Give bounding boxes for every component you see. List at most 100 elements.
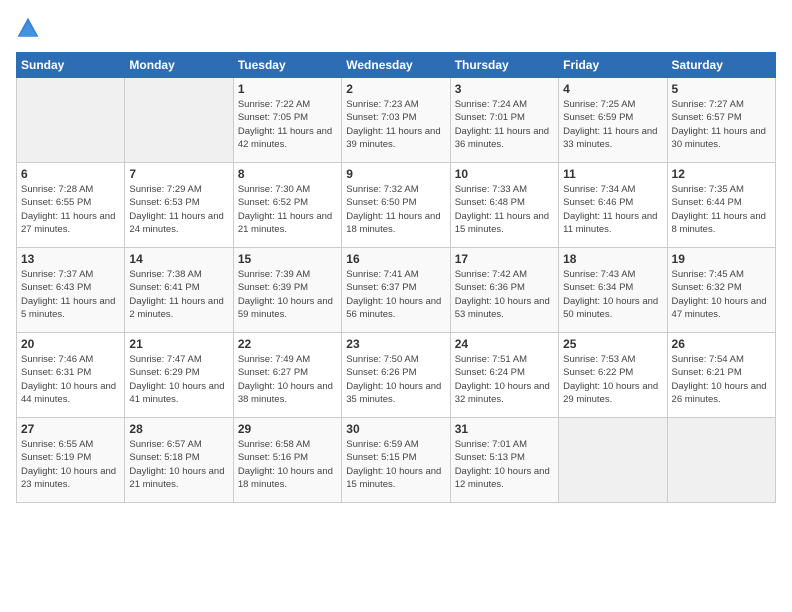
day-number: 6 xyxy=(21,167,120,181)
cell-content: Sunrise: 7:22 AMSunset: 7:05 PMDaylight:… xyxy=(238,98,337,151)
day-number: 30 xyxy=(346,422,445,436)
day-number: 23 xyxy=(346,337,445,351)
calendar-cell xyxy=(559,418,667,503)
cell-content: Sunrise: 7:32 AMSunset: 6:50 PMDaylight:… xyxy=(346,183,445,236)
calendar-cell xyxy=(667,418,775,503)
cell-content: Sunrise: 7:41 AMSunset: 6:37 PMDaylight:… xyxy=(346,268,445,321)
week-row-2: 6 Sunrise: 7:28 AMSunset: 6:55 PMDaylight… xyxy=(17,163,776,248)
day-header-saturday: Saturday xyxy=(667,53,775,78)
cell-content: Sunrise: 7:42 AMSunset: 6:36 PMDaylight:… xyxy=(455,268,554,321)
calendar-cell: 4Sunrise: 7:25 AMSunset: 6:59 PMDaylight… xyxy=(559,78,667,163)
cell-content: Sunrise: 7:34 AMSunset: 6:46 PMDaylight:… xyxy=(563,183,662,236)
cell-content: Sunrise: 7:43 AMSunset: 6:34 PMDaylight:… xyxy=(563,268,662,321)
calendar-cell: 1 Sunrise: 7:22 AMSunset: 7:05 PMDaylight… xyxy=(233,78,341,163)
day-header-friday: Friday xyxy=(559,53,667,78)
day-number: 9 xyxy=(346,167,445,181)
cell-content: Sunrise: 6:55 AMSunset: 5:19 PMDaylight:… xyxy=(21,438,120,491)
calendar-cell: 27 Sunrise: 6:55 AMSunset: 5:19 PMDayligh… xyxy=(17,418,125,503)
calendar-cell: 20 Sunrise: 7:46 AMSunset: 6:31 PMDayligh… xyxy=(17,333,125,418)
day-number: 12 xyxy=(672,167,771,181)
calendar-cell: 26 Sunrise: 7:54 AMSunset: 6:21 PMDayligh… xyxy=(667,333,775,418)
cell-content: Sunrise: 7:01 AMSunset: 5:13 PMDaylight:… xyxy=(455,438,554,491)
cell-content: Sunrise: 7:46 AMSunset: 6:31 PMDaylight:… xyxy=(21,353,120,406)
day-number: 22 xyxy=(238,337,337,351)
calendar-cell: 8 Sunrise: 7:30 AMSunset: 6:52 PMDaylight… xyxy=(233,163,341,248)
day-number: 17 xyxy=(455,252,554,266)
day-number: 29 xyxy=(238,422,337,436)
calendar-cell: 25 Sunrise: 7:53 AMSunset: 6:22 PMDayligh… xyxy=(559,333,667,418)
day-number: 18 xyxy=(563,252,662,266)
cell-content: Sunrise: 7:47 AMSunset: 6:29 PMDaylight:… xyxy=(129,353,228,406)
day-number: 1 xyxy=(238,82,337,96)
cell-content: Sunrise: 7:24 AMSunset: 7:01 PMDaylight:… xyxy=(455,98,554,151)
calendar-cell xyxy=(17,78,125,163)
cell-content: Sunrise: 7:28 AMSunset: 6:55 PMDaylight:… xyxy=(21,183,120,236)
day-number: 8 xyxy=(238,167,337,181)
calendar-cell: 10 Sunrise: 7:33 AMSunset: 6:48 PMDayligh… xyxy=(450,163,558,248)
calendar-cell xyxy=(125,78,233,163)
calendar-cell: 28Sunrise: 6:57 AMSunset: 5:18 PMDayligh… xyxy=(125,418,233,503)
day-number: 14 xyxy=(129,252,228,266)
calendar-cell: 31 Sunrise: 7:01 AMSunset: 5:13 PMDayligh… xyxy=(450,418,558,503)
cell-content: Sunrise: 6:59 AMSunset: 5:15 PMDaylight:… xyxy=(346,438,445,491)
calendar-cell: 16Sunrise: 7:41 AMSunset: 6:37 PMDayligh… xyxy=(342,248,450,333)
calendar-cell: 22 Sunrise: 7:49 AMSunset: 6:27 PMDayligh… xyxy=(233,333,341,418)
calendar-cell: 15 Sunrise: 7:39 AMSunset: 6:39 PMDayligh… xyxy=(233,248,341,333)
page-header xyxy=(16,16,776,40)
day-header-monday: Monday xyxy=(125,53,233,78)
day-number: 27 xyxy=(21,422,120,436)
cell-content: Sunrise: 7:25 AMSunset: 6:59 PMDaylight:… xyxy=(563,98,662,151)
cell-content: Sunrise: 6:58 AMSunset: 5:16 PMDaylight:… xyxy=(238,438,337,491)
day-number: 2 xyxy=(346,82,445,96)
cell-content: Sunrise: 7:39 AMSunset: 6:39 PMDaylight:… xyxy=(238,268,337,321)
day-number: 24 xyxy=(455,337,554,351)
cell-content: Sunrise: 7:23 AMSunset: 7:03 PMDaylight:… xyxy=(346,98,445,151)
day-header-tuesday: Tuesday xyxy=(233,53,341,78)
week-row-3: 13 Sunrise: 7:37 AMSunset: 6:43 PMDayligh… xyxy=(17,248,776,333)
calendar-cell: 17 Sunrise: 7:42 AMSunset: 6:36 PMDayligh… xyxy=(450,248,558,333)
day-number: 25 xyxy=(563,337,662,351)
calendar-cell: 23Sunrise: 7:50 AMSunset: 6:26 PMDayligh… xyxy=(342,333,450,418)
day-number: 10 xyxy=(455,167,554,181)
logo xyxy=(16,16,44,40)
calendar-cell: 11 Sunrise: 7:34 AMSunset: 6:46 PMDayligh… xyxy=(559,163,667,248)
calendar-cell: 21Sunrise: 7:47 AMSunset: 6:29 PMDayligh… xyxy=(125,333,233,418)
cell-content: Sunrise: 7:37 AMSunset: 6:43 PMDaylight:… xyxy=(21,268,120,321)
calendar-cell: 6 Sunrise: 7:28 AMSunset: 6:55 PMDaylight… xyxy=(17,163,125,248)
cell-content: Sunrise: 7:30 AMSunset: 6:52 PMDaylight:… xyxy=(238,183,337,236)
day-number: 15 xyxy=(238,252,337,266)
calendar-cell: 30 Sunrise: 6:59 AMSunset: 5:15 PMDayligh… xyxy=(342,418,450,503)
cell-content: Sunrise: 7:49 AMSunset: 6:27 PMDaylight:… xyxy=(238,353,337,406)
day-number: 26 xyxy=(672,337,771,351)
day-header-sunday: Sunday xyxy=(17,53,125,78)
cell-content: Sunrise: 6:57 AMSunset: 5:18 PMDaylight:… xyxy=(129,438,228,491)
calendar-cell: 2 Sunrise: 7:23 AMSunset: 7:03 PMDaylight… xyxy=(342,78,450,163)
day-number: 13 xyxy=(21,252,120,266)
day-number: 31 xyxy=(455,422,554,436)
day-number: 19 xyxy=(672,252,771,266)
calendar-cell: 13 Sunrise: 7:37 AMSunset: 6:43 PMDayligh… xyxy=(17,248,125,333)
calendar-cell: 18 Sunrise: 7:43 AMSunset: 6:34 PMDayligh… xyxy=(559,248,667,333)
calendar-cell: 24Sunrise: 7:51 AMSunset: 6:24 PMDayligh… xyxy=(450,333,558,418)
cell-content: Sunrise: 7:29 AMSunset: 6:53 PMDaylight:… xyxy=(129,183,228,236)
cell-content: Sunrise: 7:33 AMSunset: 6:48 PMDaylight:… xyxy=(455,183,554,236)
calendar-cell: 9 Sunrise: 7:32 AMSunset: 6:50 PMDaylight… xyxy=(342,163,450,248)
cell-content: Sunrise: 7:27 AMSunset: 6:57 PMDaylight:… xyxy=(672,98,771,151)
calendar-cell: 12 Sunrise: 7:35 AMSunset: 6:44 PMDayligh… xyxy=(667,163,775,248)
week-row-5: 27 Sunrise: 6:55 AMSunset: 5:19 PMDayligh… xyxy=(17,418,776,503)
cell-content: Sunrise: 7:38 AMSunset: 6:41 PMDaylight:… xyxy=(129,268,228,321)
calendar-cell: 14 Sunrise: 7:38 AMSunset: 6:41 PMDayligh… xyxy=(125,248,233,333)
week-row-1: 1 Sunrise: 7:22 AMSunset: 7:05 PMDaylight… xyxy=(17,78,776,163)
calendar-cell: 29 Sunrise: 6:58 AMSunset: 5:16 PMDayligh… xyxy=(233,418,341,503)
day-number: 3 xyxy=(455,82,554,96)
cell-content: Sunrise: 7:53 AMSunset: 6:22 PMDaylight:… xyxy=(563,353,662,406)
cell-content: Sunrise: 7:35 AMSunset: 6:44 PMDaylight:… xyxy=(672,183,771,236)
day-number: 20 xyxy=(21,337,120,351)
calendar-cell: 19Sunrise: 7:45 AMSunset: 6:32 PMDayligh… xyxy=(667,248,775,333)
cell-content: Sunrise: 7:54 AMSunset: 6:21 PMDaylight:… xyxy=(672,353,771,406)
week-row-4: 20 Sunrise: 7:46 AMSunset: 6:31 PMDayligh… xyxy=(17,333,776,418)
calendar-table: SundayMondayTuesdayWednesdayThursdayFrid… xyxy=(16,52,776,503)
calendar-cell: 3 Sunrise: 7:24 AMSunset: 7:01 PMDaylight… xyxy=(450,78,558,163)
day-header-thursday: Thursday xyxy=(450,53,558,78)
day-number: 11 xyxy=(563,167,662,181)
